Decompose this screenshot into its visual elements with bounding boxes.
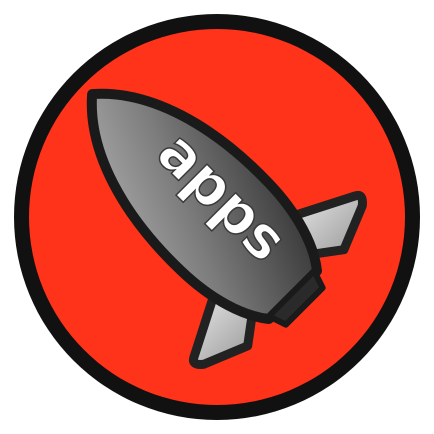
apps-rocket-logo: apps <box>14 14 420 420</box>
